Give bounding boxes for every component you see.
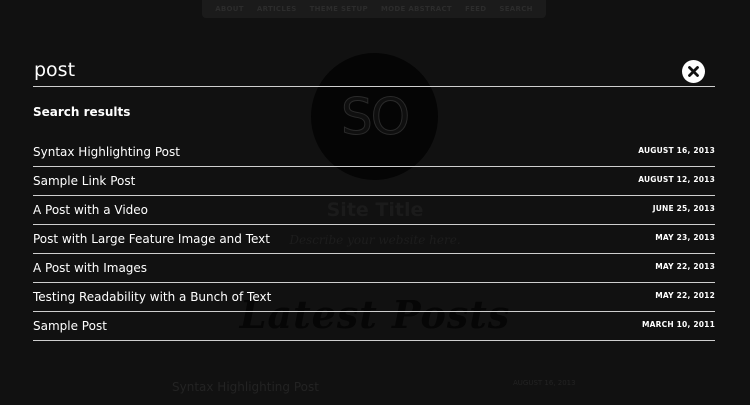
result-date: MARCH 10, 2011: [641, 320, 715, 329]
result-title-link[interactable]: Post with Large Feature Image and Text: [33, 232, 270, 246]
result-title-link[interactable]: Sample Post: [33, 319, 107, 333]
result-title-link[interactable]: A Post with a Video: [33, 203, 148, 217]
search-results-heading: Search results: [33, 105, 131, 119]
result-date: AUGUST 16, 2013: [638, 146, 715, 155]
search-overlay-page: ABOUT ARTICLES THEME SETUP MODE ABSTRACT…: [0, 0, 750, 405]
nav-item-articles: ARTICLES: [256, 5, 297, 13]
result-date: JUNE 25, 2013: [652, 204, 715, 213]
search-result-item[interactable]: A Post with Images MAY 22, 2013: [33, 254, 715, 283]
result-title-link[interactable]: Syntax Highlighting Post: [33, 145, 180, 159]
result-date: AUGUST 12, 2013: [638, 175, 715, 184]
search-result-item[interactable]: Syntax Highlighting Post AUGUST 16, 2013: [33, 138, 715, 167]
top-navigation: ABOUT ARTICLES THEME SETUP MODE ABSTRACT…: [202, 0, 546, 18]
result-title-link[interactable]: A Post with Images: [33, 261, 147, 275]
result-title-link[interactable]: Testing Readability with a Bunch of Text: [33, 290, 271, 304]
nav-item-feed: FEED: [465, 5, 487, 13]
background-post-title: Syntax Highlighting Post: [172, 380, 319, 394]
nav-item-mode-abstract: MODE ABSTRACT: [380, 5, 453, 13]
nav-item-about: ABOUT: [215, 5, 244, 13]
search-results-list: Syntax Highlighting Post AUGUST 16, 2013…: [33, 138, 715, 341]
search-input-underline: [33, 86, 715, 87]
search-result-item[interactable]: Post with Large Feature Image and Text M…: [33, 225, 715, 254]
search-result-item[interactable]: A Post with a Video JUNE 25, 2013: [33, 196, 715, 225]
close-icon: [688, 66, 699, 77]
search-result-item[interactable]: Sample Link Post AUGUST 12, 2013: [33, 167, 715, 196]
result-date: MAY 23, 2013: [655, 233, 715, 242]
background-post-date: AUGUST 16, 2013: [513, 379, 576, 387]
search-result-item[interactable]: Sample Post MARCH 10, 2011: [33, 312, 715, 341]
nav-item-theme-setup: THEME SETUP: [309, 5, 368, 13]
search-result-item[interactable]: Testing Readability with a Bunch of Text…: [33, 283, 715, 312]
site-logo-text: SO: [340, 87, 410, 146]
close-search-button[interactable]: [682, 60, 705, 83]
result-date: MAY 22, 2012: [655, 291, 715, 300]
result-date: MAY 22, 2013: [655, 262, 715, 271]
search-input[interactable]: [34, 56, 674, 84]
result-title-link[interactable]: Sample Link Post: [33, 174, 135, 188]
nav-item-search: SEARCH: [499, 5, 533, 13]
